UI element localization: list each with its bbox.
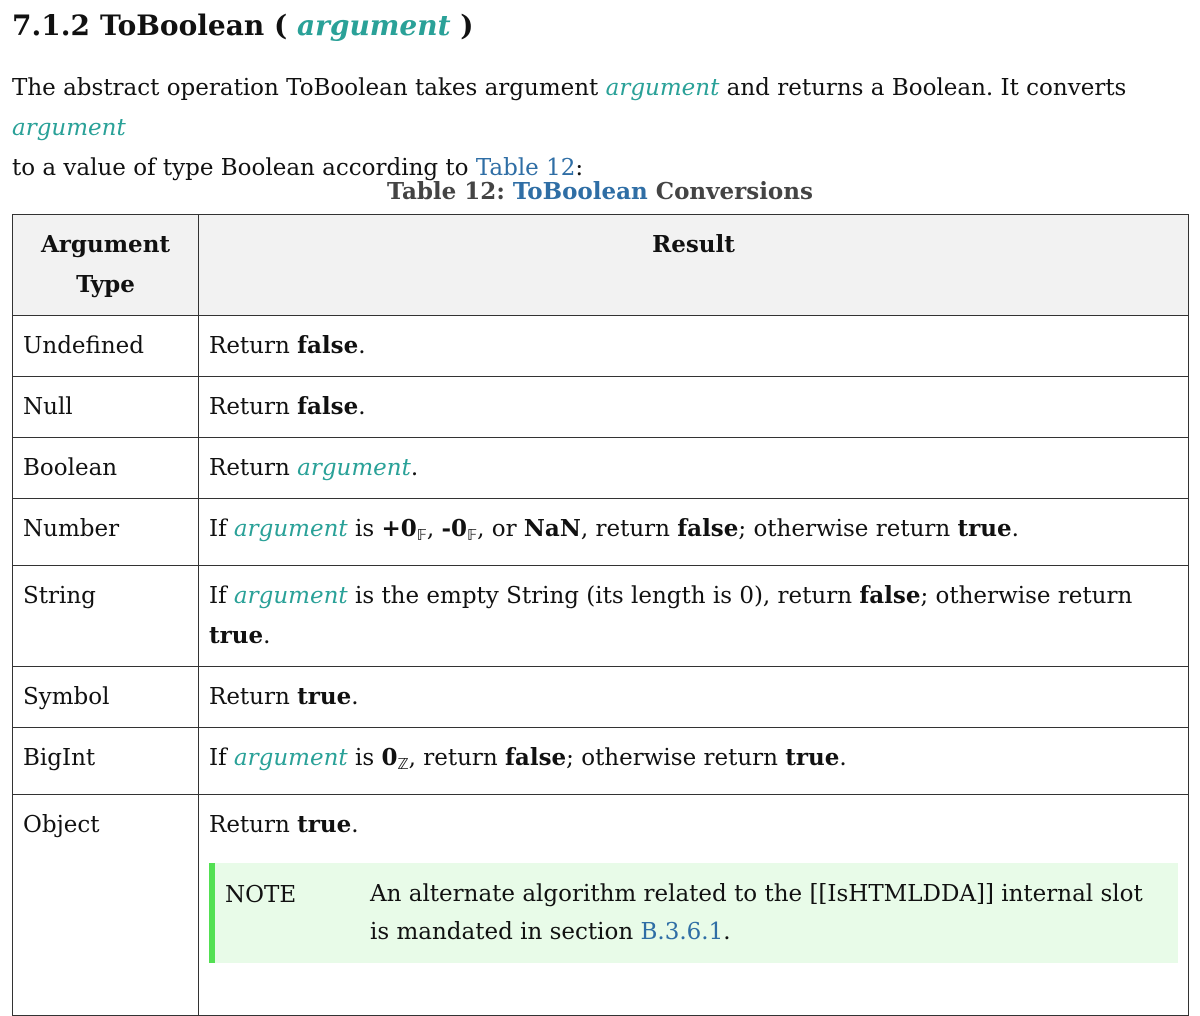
type-cell: BigInt [12,727,199,795]
keyword: true [297,811,352,838]
keyword: true [209,622,264,649]
keyword: true [785,744,840,771]
param-argument[interactable]: argument [606,75,720,101]
note-body: An alternate algorithm related to the [[… [370,881,1143,945]
keyword: true [297,683,352,710]
param-argument[interactable]: argument [297,455,411,481]
param-argument[interactable]: argument [234,516,348,542]
result-cell: Return argument. [198,437,1189,499]
type-cell: Undefined [12,315,199,377]
table-header-row: Argument Type Result [12,214,1189,316]
keyword: -0 [441,515,468,542]
result-text: Return [209,812,298,838]
table-row: Object Return true. NOTE An alternate al… [12,794,1189,1016]
result-cell: Return false. [198,376,1189,438]
intro-text: The abstract operation ToBoolean takes a… [12,75,606,101]
result-text: . [358,394,366,420]
table-row: Null Return false. [12,376,1189,438]
section-number: 7.1.2 [12,9,90,42]
clause-heading: 7.1.2 ToBoolean ( argument ) [12,6,474,46]
table-row: Number If argument is +0𝔽, -0𝔽, or NaN, … [12,498,1189,566]
clause-name: ToBoolean ( [99,9,288,42]
table-row: Symbol Return true. [12,666,1189,728]
intro-paragraph: The abstract operation ToBoolean takes a… [12,68,1192,188]
result-text: is the empty String (its length is 0), r… [347,583,860,609]
keyword: NaN [523,515,581,542]
result-cell: Return false. [198,315,1189,377]
result-text: ; otherwise return [920,583,1133,609]
result-text: . [351,684,359,710]
conversion-table: Argument Type Result Undefined Return fa… [12,214,1189,1016]
table-caption: Table 12: ToBoolean Conversions [0,174,1200,210]
object-result-line: Return true. [209,805,1178,845]
result-text: Return [209,394,298,420]
note-box: NOTE An alternate algorithm related to t… [209,863,1178,963]
param-argument[interactable]: argument [234,745,348,771]
result-text: If [209,583,234,609]
toboolean-link[interactable]: ToBoolean [513,178,648,205]
clause-param[interactable]: argument [297,9,451,42]
result-cell: If argument is 0ℤ, return false; otherwi… [198,727,1189,795]
result-cell: Return true. NOTE An alternate algorithm… [198,794,1189,1016]
header-argument-type: Argument Type [12,214,199,316]
header-result: Result [198,214,1189,316]
keyword: false [297,332,359,359]
note-text: An alternate algorithm related to the [[… [370,875,1166,951]
result-text: Return [209,684,298,710]
spec-page: 7.1.2 ToBoolean ( argument ) The abstract… [0,0,1200,1016]
float-subscript: 𝔽 [416,526,427,544]
caption-prefix: Table 12: [387,178,513,205]
result-text: ; otherwise return [738,516,958,542]
result-text: , or [477,516,524,542]
result-text: , return [408,745,506,771]
result-text: is [347,745,382,771]
result-text: . [1011,516,1019,542]
result-cell: Return true. [198,666,1189,728]
bigint-subscript: ℤ [397,755,409,773]
result-text: . [263,623,271,649]
result-text: , [426,516,442,542]
keyword: true [957,515,1012,542]
table-row: Undefined Return false. [12,315,1189,377]
keyword: false [505,744,567,771]
type-cell: Number [12,498,199,566]
param-argument[interactable]: argument [234,583,348,609]
caption-suffix: Conversions [647,178,813,205]
clause-close: ) [460,9,474,42]
keyword: false [297,393,359,420]
keyword: +0 [381,515,417,542]
param-argument[interactable]: argument [12,115,126,141]
keyword: false [677,515,739,542]
table-row: String If argument is the empty String (… [12,565,1189,667]
result-text: . [410,455,419,481]
result-cell: If argument is the empty String (its len… [198,565,1189,667]
type-cell: Symbol [12,666,199,728]
result-text: . [351,812,359,838]
float-subscript: 𝔽 [467,526,478,544]
result-text: If [209,516,234,542]
table-row: Boolean Return argument. [12,437,1189,499]
note-end: . [723,919,731,945]
result-text: is [347,516,382,542]
result-text: . [358,333,366,359]
table-row: BigInt If argument is 0ℤ, return false; … [12,727,1189,795]
result-text: Return [209,333,298,359]
type-cell: Object [12,794,199,1016]
result-text: Return [209,455,298,481]
result-text: ; otherwise return [566,745,786,771]
result-cell: If argument is +0𝔽, -0𝔽, or NaN, return … [198,498,1189,566]
intro-text: and returns a Boolean. It converts [719,75,1127,101]
b-3-6-1-link[interactable]: B.3.6.1 [640,919,723,945]
note-label: NOTE [225,882,297,908]
result-text: . [839,745,847,771]
result-text: , return [580,516,678,542]
type-cell: String [12,565,199,667]
result-text: If [209,745,234,771]
type-cell: Boolean [12,437,199,499]
type-cell: Null [12,376,199,438]
keyword: false [859,582,921,609]
keyword: 0 [381,744,398,771]
